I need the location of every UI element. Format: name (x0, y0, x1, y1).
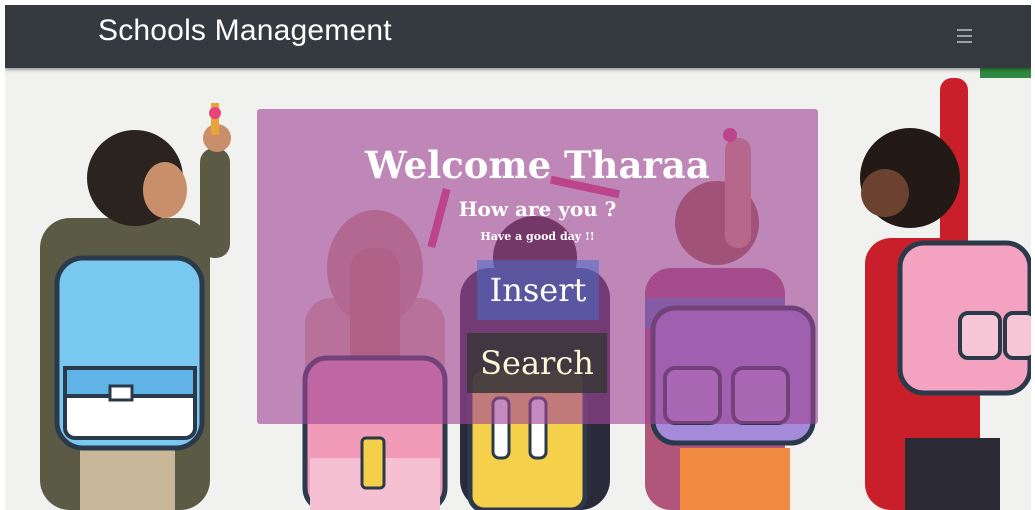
welcome-tagline: Have a good day !! (480, 230, 595, 243)
hamburger-icon-line (956, 29, 972, 31)
insert-button[interactable]: Insert (477, 260, 599, 320)
navbar-brand[interactable]: Schools Management (98, 14, 392, 48)
welcome-title: Welcome Tharaa (365, 143, 710, 187)
top-navbar: Schools Management (5, 5, 1031, 68)
hamburger-icon-line (956, 41, 972, 43)
hamburger-icon-line (956, 35, 972, 37)
app-frame: Schools Management Welcome Tharaa How ar… (5, 5, 1031, 510)
welcome-panel: Welcome Tharaa How are you ? Have a good… (257, 109, 818, 424)
search-button[interactable]: Search (467, 333, 607, 393)
welcome-subtitle: How are you ? (458, 197, 617, 221)
menu-toggle-button[interactable] (950, 23, 978, 49)
